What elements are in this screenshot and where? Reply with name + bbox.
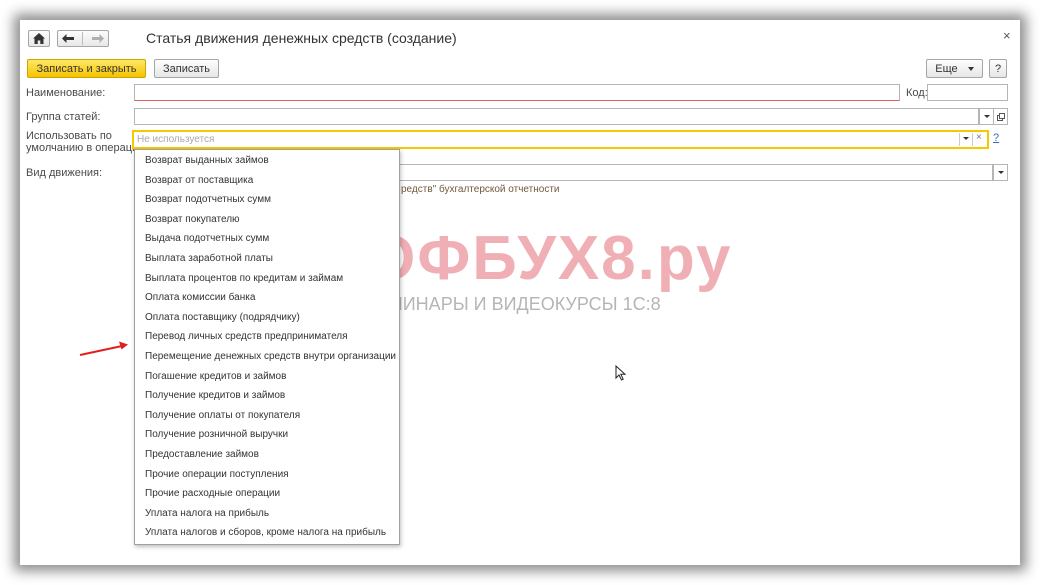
field-separator [959, 133, 960, 146]
annotation-arrow-icon [79, 341, 128, 356]
chevron-down-icon [967, 66, 974, 71]
page-title: Статья движения денежных средств (создан… [146, 30, 457, 46]
arrow-left-icon [62, 34, 75, 43]
dropdown-item[interactable]: Возврат выданных займов [135, 151, 399, 171]
more-button[interactable]: Еще [926, 59, 983, 78]
chevron-down-icon [963, 137, 969, 140]
dropdown-item[interactable]: Получение оплаты от покупателя [135, 406, 399, 426]
dropdown-item[interactable]: Возврат покупателю [135, 210, 399, 230]
open-window-icon [996, 112, 1005, 121]
dropdown-item[interactable]: Получение розничной выручки [135, 425, 399, 445]
nav-separator [82, 32, 84, 45]
chevron-down-icon [997, 171, 1004, 174]
default-use-label-line1: Использовать по [26, 130, 112, 142]
mouse-cursor-icon [615, 365, 626, 381]
movement-select-button[interactable] [993, 164, 1008, 181]
dropdown-item[interactable]: Получение кредитов и займов [135, 386, 399, 406]
default-use-input[interactable]: Не используется × [132, 130, 989, 149]
movement-label: Вид движения: [26, 167, 103, 179]
group-label: Группа статей: [26, 111, 101, 123]
dropdown-item[interactable]: Прочие расходные операции [135, 484, 399, 504]
dropdown-item[interactable]: Прочие операции поступления [135, 465, 399, 485]
dropdown-item[interactable]: Перемещение денежных средств внутри орга… [135, 347, 399, 367]
dropdown-item[interactable]: Выплата процентов по кредитам и займам [135, 269, 399, 289]
dropdown-item[interactable]: Перевод личных средств предпринимателя [135, 327, 399, 347]
dropdown-item[interactable]: Уплата налогов и сборов, кроме налога на… [135, 523, 399, 543]
dropdown-item[interactable]: Выплата заработной платы [135, 249, 399, 269]
name-label: Наименование: [26, 87, 106, 99]
movement-hint: редств" бухгалтерской отчетности [401, 184, 560, 195]
code-input[interactable] [927, 84, 1008, 101]
more-label: Еще [935, 62, 958, 75]
dropdown-item[interactable]: Возврат подотчетных сумм [135, 190, 399, 210]
save-button[interactable]: Записать [154, 59, 219, 78]
field-separator [972, 133, 973, 146]
forward-button[interactable] [91, 34, 104, 43]
back-button[interactable] [62, 34, 75, 43]
chevron-down-icon [983, 115, 990, 118]
arrow-right-icon [91, 34, 104, 43]
operations-list: Возврат выданных займов Возврат от постав… [135, 151, 399, 543]
operations-dropdown: Возврат выданных займов Возврат от постав… [134, 149, 400, 545]
clear-icon[interactable]: × [976, 132, 982, 143]
close-icon[interactable]: × [1003, 28, 1011, 43]
dropdown-item[interactable]: Предоставление займов [135, 445, 399, 465]
home-button[interactable] [28, 30, 50, 47]
dropdown-item[interactable]: Оплата комиссии банка [135, 288, 399, 308]
group-input[interactable] [134, 108, 979, 125]
default-use-placeholder: Не используется [137, 134, 215, 145]
history-nav [57, 30, 109, 47]
dropdown-item[interactable]: Погашение кредитов и займов [135, 367, 399, 387]
home-icon [33, 33, 45, 44]
dropdown-item[interactable]: Возврат от поставщика [135, 171, 399, 191]
form-window: Статья движения денежных средств (создан… [20, 20, 1020, 565]
name-input[interactable] [134, 84, 900, 101]
default-use-dropdown-button[interactable] [963, 137, 969, 140]
group-open-button[interactable] [993, 108, 1008, 125]
save-and-close-button[interactable]: Записать и закрыть [27, 59, 146, 78]
dropdown-item[interactable]: Выдача подотчетных сумм [135, 229, 399, 249]
default-use-help-link[interactable]: ? [993, 132, 999, 144]
dropdown-item[interactable]: Оплата поставщику (подрядчику) [135, 308, 399, 328]
code-label: Код: [906, 87, 928, 99]
help-button[interactable]: ? [989, 59, 1007, 78]
group-select-button[interactable] [979, 108, 994, 125]
dropdown-item[interactable]: Уплата налога на прибыль [135, 504, 399, 524]
